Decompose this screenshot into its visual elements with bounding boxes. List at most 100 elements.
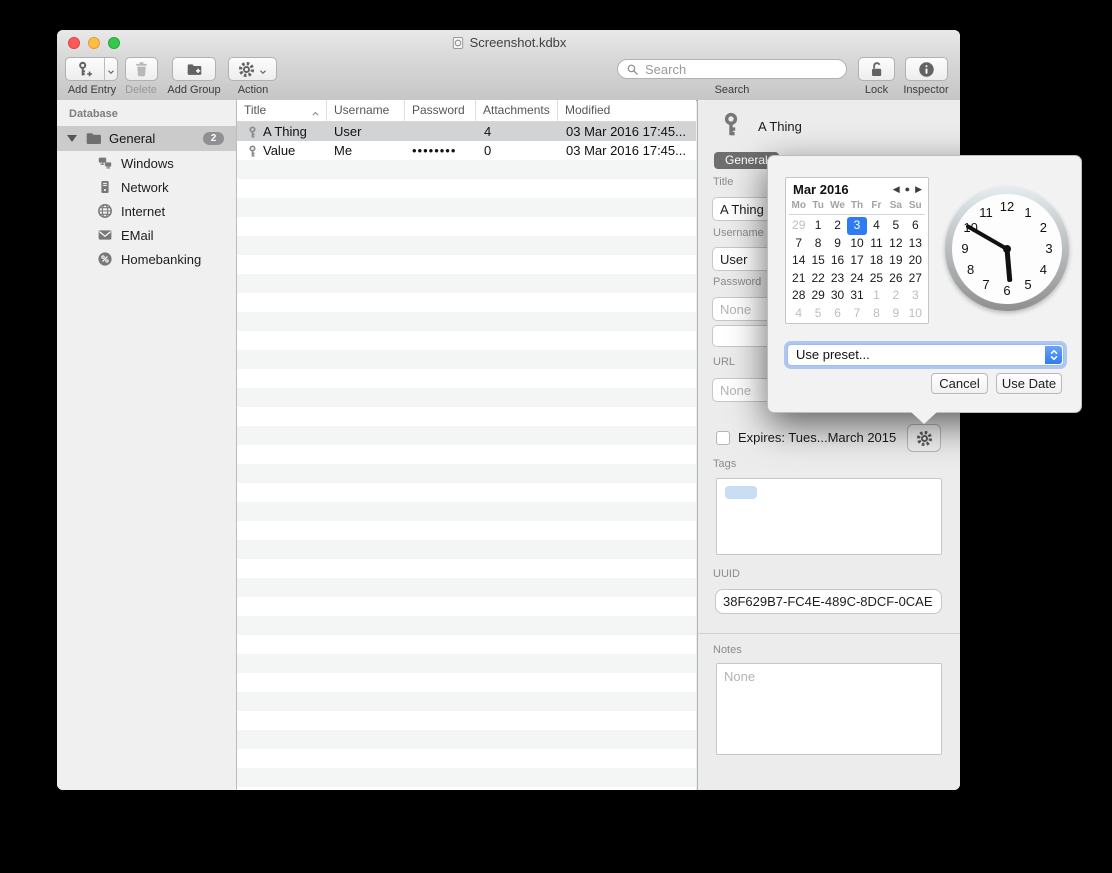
calendar-day[interactable]: 7 xyxy=(847,305,866,323)
column-header-username[interactable]: Username xyxy=(327,100,405,121)
calendar-next-button[interactable]: ▶ xyxy=(915,184,922,195)
sidebar-item-general[interactable]: General 2 xyxy=(57,126,236,151)
network-icon xyxy=(97,179,113,195)
stepper-icon[interactable] xyxy=(1045,346,1062,364)
search-field[interactable] xyxy=(617,59,847,79)
calendar-day[interactable]: 2 xyxy=(886,287,905,305)
table-body[interactable]: A ThingUser403 Mar 2016 17:45...ValueMe•… xyxy=(237,122,696,790)
sidebar-item-label: Internet xyxy=(121,204,165,219)
calendar-day[interactable]: 4 xyxy=(867,217,886,235)
calendar-day-selected[interactable]: 3 xyxy=(847,217,866,235)
cancel-button[interactable]: Cancel xyxy=(931,373,988,394)
calendar-day[interactable]: 31 xyxy=(847,287,866,305)
calendar-day[interactable]: 1 xyxy=(867,287,886,305)
sidebar-item-email[interactable]: EMail xyxy=(57,223,236,247)
calendar-day[interactable]: 7 xyxy=(789,235,808,253)
calendar-day[interactable]: 11 xyxy=(867,235,886,253)
titlebar[interactable]: Screenshot.kdbx xyxy=(57,30,960,55)
column-header-attachments[interactable]: Attachments xyxy=(476,100,558,121)
calendar-day[interactable]: 28 xyxy=(789,287,808,305)
analog-clock[interactable]: 123456789101112 xyxy=(945,187,1069,311)
calendar-day[interactable]: 2 xyxy=(828,217,847,235)
calendar-today-button[interactable]: ● xyxy=(905,184,910,195)
calendar-day[interactable]: 27 xyxy=(906,270,925,288)
clock-hour-hand[interactable] xyxy=(1005,249,1012,282)
email-icon xyxy=(97,227,113,243)
column-header-password[interactable]: Password xyxy=(405,100,476,121)
expires-checkbox[interactable] xyxy=(716,431,730,445)
globe-icon xyxy=(97,203,113,219)
tag-token[interactable] xyxy=(725,486,757,499)
close-window-button[interactable] xyxy=(68,37,80,49)
use-date-button[interactable]: Use Date xyxy=(996,373,1062,394)
calendar-day[interactable]: 5 xyxy=(886,217,905,235)
calendar-grid[interactable]: 2912345678910111213141516171819202122232… xyxy=(789,217,925,322)
table-row[interactable]: ValueMe••••••••003 Mar 2016 17:45... xyxy=(237,141,696,160)
sidebar-item-internet[interactable]: Internet xyxy=(57,199,236,223)
sidebar-item-homebanking[interactable]: Homebanking xyxy=(57,247,236,271)
table-row[interactable]: A ThingUser403 Mar 2016 17:45... xyxy=(237,122,696,141)
calendar-day[interactable]: 17 xyxy=(847,252,866,270)
sidebar-item-windows[interactable]: Windows xyxy=(57,151,236,175)
delete-button[interactable] xyxy=(125,57,158,81)
calendar-day[interactable]: 29 xyxy=(808,287,827,305)
calendar-day[interactable]: 24 xyxy=(847,270,866,288)
use-preset-dropdown[interactable]: Use preset... xyxy=(787,344,1064,366)
calendar-day[interactable]: 19 xyxy=(886,252,905,270)
calendar-day[interactable]: 9 xyxy=(828,235,847,253)
calendar-day[interactable]: 29 xyxy=(789,217,808,235)
calendar-day[interactable]: 13 xyxy=(906,235,925,253)
clock-number: 12 xyxy=(999,199,1015,215)
calendar-day[interactable]: 25 xyxy=(867,270,886,288)
calendar-day[interactable]: 30 xyxy=(828,287,847,305)
calendar-day[interactable]: 10 xyxy=(847,235,866,253)
calendar-day[interactable]: 8 xyxy=(867,305,886,323)
calendar-day[interactable]: 12 xyxy=(886,235,905,253)
calendar-day[interactable]: 15 xyxy=(808,252,827,270)
calendar-day[interactable]: 23 xyxy=(828,270,847,288)
add-group-button[interactable] xyxy=(172,57,216,81)
minimize-window-button[interactable] xyxy=(88,37,100,49)
search-input[interactable] xyxy=(643,61,838,78)
column-header-modified[interactable]: Modified xyxy=(558,100,696,121)
calendar-day[interactable]: 10 xyxy=(906,305,925,323)
calendar-day[interactable]: 6 xyxy=(828,305,847,323)
calendar-day-headers: MoTuWeThFrSaSu xyxy=(789,199,925,215)
uuid-field[interactable] xyxy=(715,589,942,614)
tags-box[interactable] xyxy=(716,478,942,555)
calendar-day[interactable]: 3 xyxy=(906,287,925,305)
calendar-month-title: Mar 2016 xyxy=(793,182,849,197)
clock-number: 9 xyxy=(957,241,973,257)
sidebar-item-network[interactable]: Network xyxy=(57,175,236,199)
sidebar-item-label: Windows xyxy=(121,156,174,171)
chevron-down-icon[interactable] xyxy=(106,64,116,74)
inspector-button[interactable] xyxy=(905,57,948,81)
calendar-day[interactable]: 20 xyxy=(906,252,925,270)
calendar-day[interactable]: 14 xyxy=(789,252,808,270)
calendar-day[interactable]: 18 xyxy=(867,252,886,270)
calendar-day[interactable]: 21 xyxy=(789,270,808,288)
key-plus-icon xyxy=(76,61,93,78)
calendar-day[interactable]: 22 xyxy=(808,270,827,288)
toolbar: Add Entry Delete Add Group Action Search xyxy=(57,55,960,101)
add-entry-button[interactable] xyxy=(65,57,118,81)
calendar-day[interactable]: 8 xyxy=(808,235,827,253)
lock-button[interactable] xyxy=(858,57,895,81)
calendar-day[interactable]: 26 xyxy=(886,270,905,288)
calendar-day[interactable]: 16 xyxy=(828,252,847,270)
calendar-day[interactable]: 1 xyxy=(808,217,827,235)
key-icon xyxy=(246,125,259,138)
notes-box[interactable] xyxy=(716,663,942,755)
calendar-day[interactable]: 9 xyxy=(886,305,905,323)
calendar-prev-button[interactable]: ◀ xyxy=(893,184,900,195)
zoom-window-button[interactable] xyxy=(108,37,120,49)
column-header-title[interactable]: Title xyxy=(237,100,327,121)
disclosure-triangle-icon[interactable] xyxy=(67,135,77,142)
calendar-day[interactable]: 4 xyxy=(789,305,808,323)
clock-number: 2 xyxy=(1035,220,1051,236)
expiry-date-gear-button[interactable] xyxy=(907,424,941,452)
calendar-day[interactable]: 5 xyxy=(808,305,827,323)
clock-number: 11 xyxy=(978,205,994,221)
calendar-day[interactable]: 6 xyxy=(906,217,925,235)
action-button[interactable] xyxy=(228,57,277,81)
